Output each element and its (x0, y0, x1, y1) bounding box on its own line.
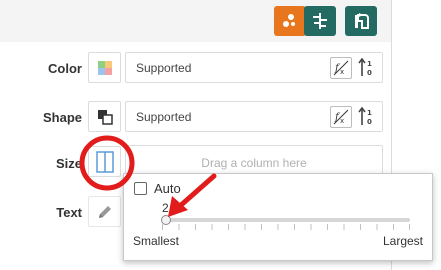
slider-ticks (162, 224, 410, 230)
size-slider-track[interactable] (162, 218, 410, 222)
auto-label: Auto (154, 181, 181, 196)
shape-label: Shape (42, 110, 82, 125)
svg-text:x: x (340, 68, 344, 76)
scatter-chart-button[interactable] (274, 6, 306, 36)
align-bars-icon (313, 13, 327, 29)
slider-min-label: Smallest (133, 234, 180, 248)
scatter-dots-icon (283, 14, 295, 27)
svg-text:1: 1 (367, 60, 372, 68)
slider-max-label: Largest (382, 234, 423, 248)
size-settings-popup: Auto 2 Smallest Largest (123, 173, 433, 261)
pivot-swap-icon (355, 13, 369, 29)
formula-fx-icon: f x (333, 109, 349, 125)
pivot-button[interactable] (345, 6, 377, 36)
align-button[interactable] (304, 6, 336, 36)
shape-formula-button[interactable]: f x (330, 106, 352, 128)
color-label: Color (48, 61, 82, 76)
size-slider-thumb[interactable] (161, 215, 171, 225)
text-edit-button[interactable] (88, 196, 121, 227)
size-drop-placeholder: Drag a column here (201, 156, 307, 170)
slider-value: 2 (162, 201, 169, 215)
shapes-icon (97, 109, 113, 125)
color-palette-icon (97, 60, 112, 75)
svg-text:0: 0 (367, 69, 372, 77)
size-label: Size (55, 156, 82, 171)
sort-ascending-icon[interactable]: 1 0 (358, 107, 376, 127)
pencil-icon (98, 205, 111, 218)
shape-swatch-button[interactable] (88, 101, 121, 132)
color-formula-button[interactable]: f x (330, 57, 352, 79)
svg-text:0: 0 (367, 118, 372, 126)
sort-ascending-icon[interactable]: 1 0 (358, 58, 376, 78)
text-label: Text (56, 205, 82, 220)
svg-text:1: 1 (367, 109, 372, 117)
formula-fx-icon: f x (333, 60, 349, 76)
auto-checkbox[interactable] (134, 182, 147, 195)
shape-value: Supported (136, 110, 192, 124)
color-swatch-button[interactable] (88, 52, 121, 83)
size-columns-icon (95, 150, 114, 173)
color-value: Supported (136, 61, 192, 75)
size-swatch-button[interactable] (88, 146, 121, 177)
svg-text:x: x (340, 117, 344, 125)
